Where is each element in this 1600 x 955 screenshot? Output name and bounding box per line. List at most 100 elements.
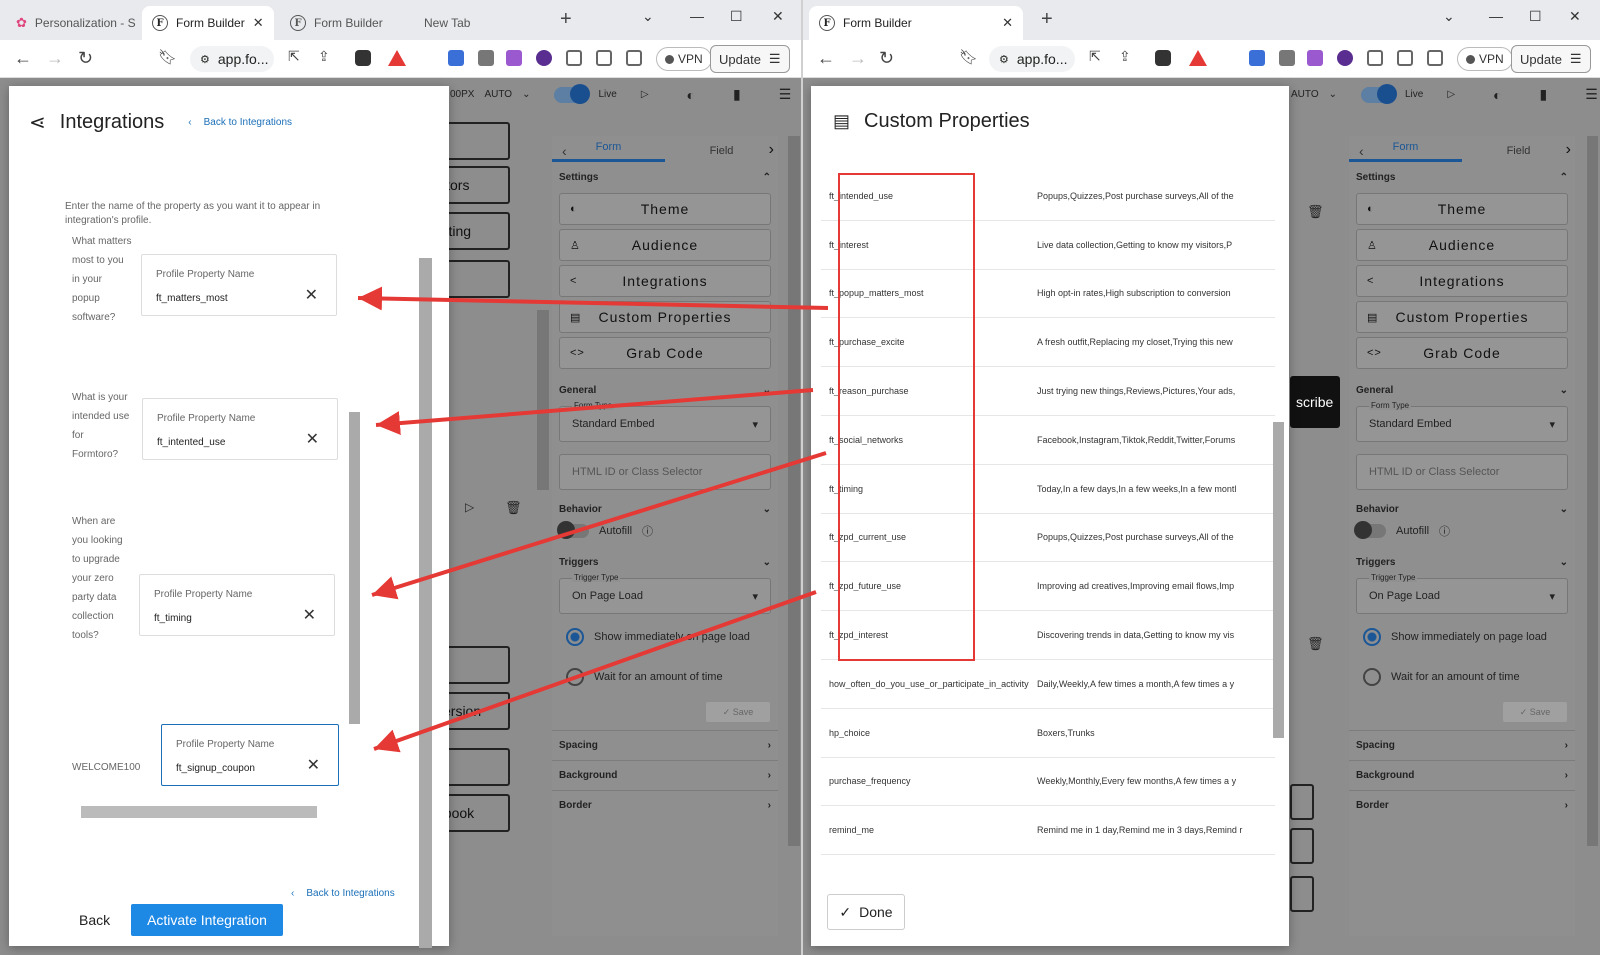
canvas-block[interactable]	[1290, 784, 1314, 820]
form-type-select[interactable]: Form Type Standard Embed ▾	[559, 401, 771, 442]
tab-form-builder-active[interactable]: F Form Builder ✕	[142, 6, 274, 40]
background-section[interactable]: Background ›	[552, 760, 778, 790]
triggers-section[interactable]: Triggers ⌄	[1349, 551, 1575, 574]
border-section[interactable]: Border ›	[1349, 790, 1575, 820]
radio-unselected[interactable]	[1363, 668, 1381, 686]
back-to-integrations-link[interactable]: ‹ Back to Integrations	[291, 888, 395, 899]
extension-icon[interactable]	[1249, 50, 1265, 66]
form-type-select[interactable]: Form Type Standard Embed ▾	[1356, 401, 1568, 442]
close-tab-icon[interactable]: ✕	[1002, 15, 1013, 31]
extension-icon[interactable]	[506, 50, 522, 66]
radio-selected[interactable]	[566, 628, 584, 646]
reload-icon[interactable]: ↻	[879, 48, 894, 69]
extension-icon[interactable]	[448, 50, 464, 66]
reload-icon[interactable]: ↻	[78, 48, 93, 69]
tab-form[interactable]: Form	[552, 141, 665, 162]
border-section[interactable]: Border ›	[552, 790, 778, 820]
trash-icon[interactable]: 🗑︎	[505, 500, 522, 516]
chevron-left-icon[interactable]: ‹	[562, 143, 567, 159]
play-icon[interactable]: ▷	[1447, 89, 1455, 100]
theme-button[interactable]: ◐ Theme	[1356, 193, 1568, 225]
clear-icon[interactable]: ✕	[306, 429, 319, 449]
autofill-toggle[interactable]	[557, 521, 589, 539]
chevron-left-icon[interactable]: ‹	[1359, 143, 1364, 159]
open-external-icon[interactable]: ⇱	[1089, 48, 1101, 65]
list-icon[interactable]: ☰	[1585, 86, 1598, 103]
grab-code-button[interactable]: <> Grab Code	[1356, 337, 1568, 369]
behavior-section[interactable]: Behavior ⌄	[1349, 498, 1575, 521]
settings-section[interactable]: Settings ⌃	[1349, 166, 1575, 189]
autofill-toggle[interactable]	[1354, 521, 1386, 539]
clear-icon[interactable]: ✕	[305, 285, 318, 305]
back-icon[interactable]: ←	[14, 48, 32, 69]
update-button[interactable]: Update ☰	[710, 45, 790, 73]
play-icon[interactable]: ▷	[641, 89, 649, 100]
brave-shield-icon[interactable]	[355, 50, 371, 66]
html-id-input[interactable]: HTML ID or Class Selector	[559, 454, 771, 490]
modal-scrollbar[interactable]	[419, 258, 432, 948]
chevron-right-icon[interactable]: ›	[769, 141, 774, 159]
save-button[interactable]: ✓ Save	[706, 702, 770, 722]
update-button[interactable]: Update ☰	[1511, 45, 1591, 73]
share-icon[interactable]: ⇪	[1119, 48, 1131, 65]
forward-icon[interactable]: →	[46, 48, 64, 69]
subscribe-button-preview[interactable]: scribe	[1290, 376, 1340, 428]
trigger-type-select[interactable]: Trigger Type On Page Load ▾	[559, 573, 771, 614]
panel-scrollbar[interactable]	[788, 136, 800, 846]
open-external-icon[interactable]: ⇱	[288, 48, 300, 65]
activate-integration-button[interactable]: Activate Integration	[131, 904, 283, 936]
tab-field[interactable]: Field	[665, 145, 778, 157]
triggers-section[interactable]: Triggers ⌄	[552, 551, 778, 574]
tab-form-builder[interactable]: F Form Builder	[280, 6, 393, 40]
grab-code-button[interactable]: <> Grab Code	[559, 337, 771, 369]
tab-field[interactable]: Field	[1462, 145, 1575, 157]
radio-unselected[interactable]	[566, 668, 584, 686]
list-icon[interactable]: ☰	[779, 86, 792, 103]
camera-icon[interactable]	[478, 50, 494, 66]
wait-option[interactable]: Wait for an amount of time	[1349, 660, 1575, 694]
bookmark-icon[interactable]: 🔖︎	[959, 48, 978, 66]
settings-section[interactable]: Settings ⌃	[552, 166, 778, 189]
wait-option[interactable]: Wait for an amount of time	[552, 660, 778, 694]
radio-selected[interactable]	[1363, 628, 1381, 646]
audience-button[interactable]: ♙ Audience	[1356, 229, 1568, 261]
property-input-focused[interactable]: Profile Property Name ft_signup_coupon ✕	[161, 724, 339, 786]
minimize-icon[interactable]: —	[690, 8, 704, 24]
canvas-scrollbar[interactable]	[537, 310, 549, 490]
spacing-section[interactable]: Spacing ›	[1349, 730, 1575, 760]
show-immediately-option[interactable]: Show immediately on page load	[552, 620, 778, 654]
clear-icon[interactable]: ✕	[303, 605, 316, 625]
panel-scrollbar[interactable]	[1587, 136, 1598, 846]
custom-properties-button[interactable]: ▤ Custom Properties	[1356, 301, 1568, 333]
background-section[interactable]: Background ›	[1349, 760, 1575, 790]
share-icon[interactable]: ⇪	[318, 48, 330, 65]
sidebar-icon[interactable]	[1397, 50, 1413, 66]
extension-icon[interactable]	[536, 50, 552, 66]
back-icon[interactable]: ←	[817, 48, 835, 69]
maximize-icon[interactable]: ☐	[730, 8, 743, 25]
tab-personalization[interactable]: ✿ Personalization - S	[6, 6, 146, 40]
spacing-section[interactable]: Spacing ›	[552, 730, 778, 760]
tab-form-builder-active[interactable]: F Form Builder ✕	[809, 6, 1023, 40]
back-to-integrations-link[interactable]: ‹ Back to Integrations	[188, 117, 292, 128]
wallet-icon[interactable]	[1427, 50, 1443, 66]
show-immediately-option[interactable]: Show immediately on page load	[1349, 620, 1575, 654]
tab-search-chevron-icon[interactable]: ⌄	[1443, 8, 1455, 25]
sidebar-icon[interactable]	[596, 50, 612, 66]
brave-shield-icon[interactable]	[1155, 50, 1171, 66]
forward-icon[interactable]: →	[849, 48, 867, 69]
close-tab-icon[interactable]: ✕	[253, 15, 264, 31]
vpn-button[interactable]: VPN	[1457, 47, 1513, 71]
property-input[interactable]: Profile Property Name ft_timing ✕	[139, 574, 335, 636]
trash-icon[interactable]: 🗑︎	[1307, 636, 1324, 652]
bookmark-icon[interactable]: 🔖︎	[158, 48, 177, 66]
palette-icon[interactable]: ◐	[687, 87, 695, 103]
audience-button[interactable]: ♙ Audience	[559, 229, 771, 261]
site-settings-icon[interactable]: ⚙	[999, 53, 1009, 66]
general-section[interactable]: General ⌄	[552, 379, 778, 402]
canvas-block[interactable]	[1290, 828, 1314, 864]
html-id-input[interactable]: HTML ID or Class Selector	[1356, 454, 1568, 490]
info-icon[interactable]: ⓘ	[1439, 523, 1450, 539]
tab-form[interactable]: Form	[1349, 141, 1462, 162]
inner-scrollbar[interactable]	[349, 412, 360, 724]
